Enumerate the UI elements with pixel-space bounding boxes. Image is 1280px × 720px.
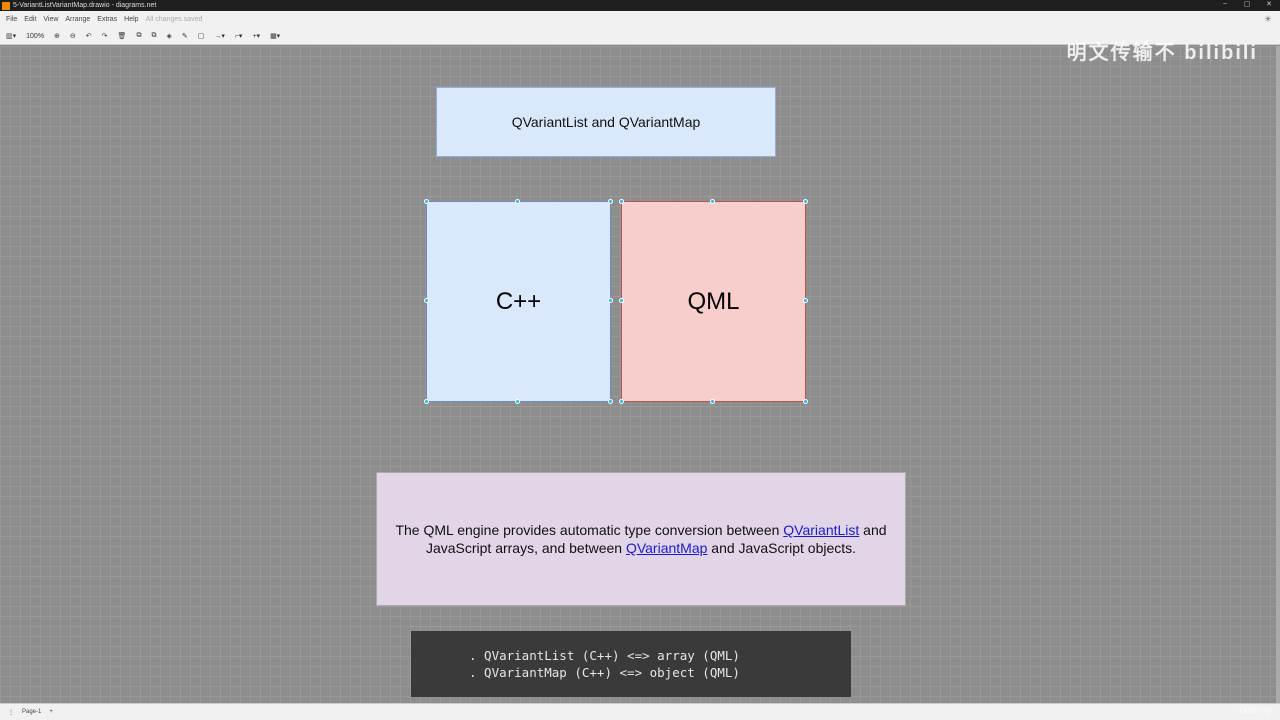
menu-file[interactable]: File bbox=[6, 16, 17, 23]
selection-handle[interactable] bbox=[710, 199, 715, 204]
desc-part: and JavaScript objects. bbox=[707, 540, 857, 556]
qvariantlist-link[interactable]: QVariantList bbox=[783, 522, 859, 538]
selection-handle[interactable] bbox=[424, 399, 429, 404]
description-box[interactable]: The QML engine provides automatic type c… bbox=[376, 472, 906, 606]
selection-handle[interactable] bbox=[515, 199, 520, 204]
page-tab[interactable]: Page-1 bbox=[22, 709, 41, 715]
undo-icon[interactable]: ↶ bbox=[86, 32, 92, 40]
selection-handle[interactable] bbox=[424, 199, 429, 204]
selection-handle[interactable] bbox=[619, 399, 624, 404]
selection-handle[interactable] bbox=[515, 399, 520, 404]
description-text: The QML engine provides automatic type c… bbox=[379, 521, 903, 557]
cpp-box[interactable]: C++ bbox=[426, 201, 611, 402]
selection-handle[interactable] bbox=[608, 199, 613, 204]
zoom-select[interactable]: 100% bbox=[26, 33, 44, 40]
selection-handle[interactable] bbox=[803, 199, 808, 204]
window-title: 5-VariantListVariantMap.drawio - diagram… bbox=[13, 2, 157, 9]
qvariantmap-link[interactable]: QVariantMap bbox=[626, 540, 707, 556]
selection-handle[interactable] bbox=[803, 399, 808, 404]
qml-box[interactable]: QML bbox=[621, 201, 806, 402]
maximize-button[interactable]: ▢ bbox=[1236, 0, 1258, 8]
close-button[interactable]: ✕ bbox=[1258, 0, 1280, 8]
zoom-out-icon[interactable]: ⊖ bbox=[70, 32, 76, 40]
fill-color-icon[interactable]: ◈ bbox=[166, 32, 171, 40]
code-line: . QVariantList (C++) <=> array (QML) bbox=[469, 648, 740, 663]
theme-icon[interactable]: ☀ bbox=[1264, 14, 1272, 25]
connection-icon[interactable]: →▾ bbox=[214, 32, 225, 40]
menu-help[interactable]: Help bbox=[124, 16, 138, 23]
diagram-title-text: QVariantList and QVariantMap bbox=[511, 114, 701, 130]
selection-handle[interactable] bbox=[710, 399, 715, 404]
page-bar: ⋮ Page-1 + bbox=[0, 703, 1280, 720]
format-panel-icon[interactable]: ▥▾ bbox=[6, 32, 16, 40]
selection-handle[interactable] bbox=[619, 298, 624, 303]
menu-view[interactable]: View bbox=[43, 16, 58, 23]
zoom-in-icon[interactable]: ⊕ bbox=[54, 32, 60, 40]
desc-part: The QML engine provides automatic type c… bbox=[395, 522, 784, 538]
udemy-watermark: üdemy bbox=[1238, 704, 1272, 716]
add-page-button[interactable]: + bbox=[49, 709, 53, 715]
to-back-icon[interactable]: ⧉ bbox=[151, 32, 156, 40]
selection-handle[interactable] bbox=[619, 199, 624, 204]
redo-icon[interactable]: ↷ bbox=[102, 32, 108, 40]
to-front-icon[interactable]: ⧉ bbox=[136, 32, 141, 40]
menu-bar: File Edit View Arrange Extras Help All c… bbox=[0, 11, 1280, 28]
selection-handle[interactable] bbox=[803, 298, 808, 303]
diagram-title-box[interactable]: QVariantList and QVariantMap bbox=[436, 87, 776, 157]
waypoints-icon[interactable]: ⌐▾ bbox=[235, 32, 243, 40]
selection-handle[interactable] bbox=[424, 298, 429, 303]
menu-edit[interactable]: Edit bbox=[24, 16, 36, 23]
insert-icon[interactable]: +▾ bbox=[252, 32, 260, 40]
save-status: All changes saved bbox=[145, 16, 203, 23]
code-box[interactable]: . QVariantList (C++) <=> array (QML) . QV… bbox=[411, 631, 851, 697]
selection-handle[interactable] bbox=[608, 399, 613, 404]
watermark: 明文传输不 bilibili bbox=[1066, 42, 1258, 64]
table-icon[interactable]: ▦▾ bbox=[270, 32, 280, 40]
menu-arrange[interactable]: Arrange bbox=[65, 16, 90, 23]
delete-icon[interactable]: 🗑 bbox=[118, 32, 127, 40]
qml-label: QML bbox=[687, 287, 740, 315]
vertical-scrollbar[interactable] bbox=[1276, 46, 1280, 703]
selection-handle[interactable] bbox=[608, 298, 613, 303]
line-color-icon[interactable]: ✎ bbox=[182, 32, 188, 40]
pages-menu-icon[interactable]: ⋮ bbox=[8, 709, 14, 716]
shadow-icon[interactable]: ▢ bbox=[198, 32, 205, 40]
title-bar: 5-VariantListVariantMap.drawio - diagram… bbox=[0, 0, 1280, 11]
cpp-label: C++ bbox=[495, 287, 542, 315]
menu-extras[interactable]: Extras bbox=[97, 16, 117, 23]
drawio-logo-icon bbox=[2, 1, 10, 10]
minimize-button[interactable]: – bbox=[1214, 0, 1236, 8]
code-line: . QVariantMap (C++) <=> object (QML) bbox=[469, 665, 740, 680]
